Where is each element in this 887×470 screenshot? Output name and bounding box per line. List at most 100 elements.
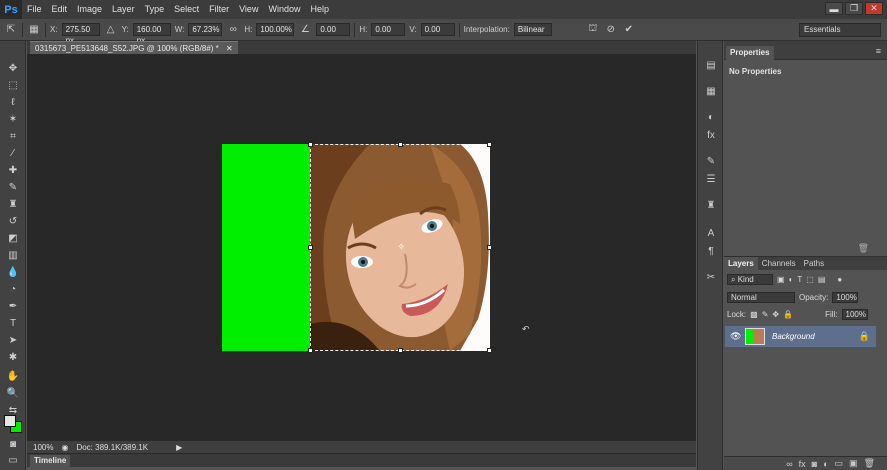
document-tab[interactable]: 0315673_PE513648_S52.JPG @ 100% (RGB/8#)… xyxy=(30,41,238,54)
vertical-skew-input[interactable]: 0.00 xyxy=(420,23,455,36)
restore-button[interactable]: ❐ xyxy=(845,2,863,15)
menu-file[interactable]: File xyxy=(22,0,47,19)
move-tool-icon[interactable]: ✥ xyxy=(5,61,21,75)
transform-handle[interactable] xyxy=(487,142,492,147)
eyedropper-tool-icon[interactable]: ⁄ xyxy=(5,146,21,160)
adjustments-panel-icon[interactable]: ☰ xyxy=(704,173,718,186)
opacity-input[interactable]: 100% xyxy=(832,292,859,303)
timeline-tab[interactable]: Timeline xyxy=(30,455,71,467)
filter-kind-select[interactable]: ⌕ Kind xyxy=(727,274,773,285)
delta-icon[interactable]: △ xyxy=(104,23,118,37)
lock-transparent-icon[interactable]: ▩ xyxy=(750,310,758,319)
menu-filter[interactable]: Filter xyxy=(204,0,234,19)
visibility-eye-icon[interactable]: 👁 xyxy=(730,331,741,342)
brush-tool-icon[interactable]: ✎ xyxy=(5,180,21,194)
crop-tool-icon[interactable]: ⌗ xyxy=(5,129,21,143)
trash-icon[interactable]: 🗑 xyxy=(858,243,869,254)
warp-mode-icon[interactable]: ⛫ xyxy=(586,23,600,37)
add-style-icon[interactable]: fx xyxy=(799,459,806,469)
transform-handle[interactable] xyxy=(398,142,403,147)
transform-handle[interactable] xyxy=(308,348,313,353)
gradient-tool-icon[interactable]: ▥ xyxy=(5,248,21,262)
brush-panel-icon[interactable]: ✎ xyxy=(704,155,718,168)
status-info-icon[interactable]: ◉ xyxy=(61,443,68,452)
new-layer-icon[interactable]: ▣ xyxy=(849,458,858,469)
close-window-button[interactable]: ✕ xyxy=(865,2,883,15)
commit-transform-icon[interactable]: ✔ xyxy=(622,23,636,37)
filter-type-icon[interactable]: T xyxy=(797,275,802,284)
history-brush-tool-icon[interactable]: ↺ xyxy=(5,214,21,228)
horizontal-skew-input[interactable]: 0.00 xyxy=(371,23,406,36)
link-icon[interactable]: ∞ xyxy=(226,23,240,37)
marquee-tool-icon[interactable]: ⬚ xyxy=(5,78,21,92)
lock-all-icon[interactable]: 🔒 xyxy=(783,310,793,319)
tool-presets-panel-icon[interactable]: ✂ xyxy=(704,271,718,284)
lock-pixels-icon[interactable]: ✎ xyxy=(762,310,769,319)
width-input[interactable]: 67.23% xyxy=(188,23,223,36)
path-selection-tool-icon[interactable]: ➤ xyxy=(5,333,21,347)
pen-tool-icon[interactable]: ✒ xyxy=(5,299,21,313)
history-panel-icon[interactable]: ▤ xyxy=(704,59,718,72)
color-panel-icon[interactable]: ◐ xyxy=(704,111,718,124)
blend-mode-select[interactable]: Normal xyxy=(727,292,795,303)
swatches-panel-icon[interactable]: ▦ xyxy=(704,85,718,98)
menu-window[interactable]: Window xyxy=(263,0,305,19)
close-tab-icon[interactable]: ✕ xyxy=(226,44,233,53)
panel-menu-icon[interactable]: ≡ xyxy=(876,46,881,56)
reference-point-icon[interactable]: ▦ xyxy=(27,23,41,37)
screen-mode-icon[interactable]: ▭ xyxy=(5,453,21,467)
character-panel-icon[interactable]: A xyxy=(704,227,718,240)
transform-bounding-box[interactable]: ✧ xyxy=(308,142,492,353)
menu-view[interactable]: View xyxy=(234,0,263,19)
new-group-icon[interactable]: ▭ xyxy=(835,458,844,469)
clone-stamp-tool-icon[interactable]: ♜ xyxy=(5,197,21,211)
y-input[interactable]: 160.00 px xyxy=(132,23,171,45)
lock-position-icon[interactable]: ✥ xyxy=(772,310,779,319)
interpolation-select[interactable]: Bilinear xyxy=(513,23,552,36)
filter-adjustment-icon[interactable]: ◐ xyxy=(789,275,794,284)
height-input[interactable]: 100.00% xyxy=(256,23,295,36)
type-tool-icon[interactable]: T xyxy=(5,316,21,330)
tab-layers[interactable]: Layers xyxy=(724,257,758,270)
layer-name[interactable]: Background xyxy=(772,332,815,341)
new-adjustment-icon[interactable]: ◐ xyxy=(823,459,828,469)
blur-tool-icon[interactable]: 💧 xyxy=(5,265,21,279)
transform-handle[interactable] xyxy=(398,348,403,353)
zoom-tool-icon[interactable]: 🔍 xyxy=(5,386,21,400)
properties-tab[interactable]: Properties xyxy=(726,46,774,60)
eraser-tool-icon[interactable]: ◩ xyxy=(5,231,21,245)
filter-smart-object-icon[interactable]: ▤ xyxy=(818,275,826,284)
transform-tool-icon[interactable]: ⇱ xyxy=(4,23,18,37)
transform-handle[interactable] xyxy=(487,348,492,353)
workspace-select[interactable]: Essentials xyxy=(799,23,881,37)
add-mask-icon[interactable]: ◙ xyxy=(812,459,817,469)
delete-layer-icon[interactable]: 🗑 xyxy=(864,458,875,469)
menu-edit[interactable]: Edit xyxy=(47,0,73,19)
rotate-input[interactable]: 0.00 xyxy=(316,23,351,36)
status-menu-arrow-icon[interactable]: ▶ xyxy=(176,443,182,452)
foreground-color-swatch[interactable] xyxy=(4,415,16,427)
paragraph-panel-icon[interactable]: ¶ xyxy=(704,245,718,258)
cancel-transform-icon[interactable]: ⊘ xyxy=(604,23,618,37)
healing-brush-tool-icon[interactable]: ✚ xyxy=(5,163,21,177)
transform-handle[interactable] xyxy=(308,245,313,250)
menu-layer[interactable]: Layer xyxy=(107,0,140,19)
filter-shape-icon[interactable]: ⬚ xyxy=(806,275,814,284)
transform-handle[interactable] xyxy=(308,142,313,147)
x-input[interactable]: 275.50 px xyxy=(61,23,100,45)
transform-handle[interactable] xyxy=(487,245,492,250)
menu-image[interactable]: Image xyxy=(72,0,107,19)
lasso-tool-icon[interactable]: ℓ xyxy=(5,95,21,109)
transform-center-icon[interactable]: ✧ xyxy=(397,242,405,253)
minimize-button[interactable]: ▬ xyxy=(825,2,843,15)
zoom-level[interactable]: 100% xyxy=(33,443,53,452)
layer-background[interactable]: 👁 Background 🔒 xyxy=(725,326,876,347)
styles-panel-icon[interactable]: fx xyxy=(704,129,718,142)
clone-source-panel-icon[interactable]: ♜ xyxy=(704,199,718,212)
shape-tool-icon[interactable]: ✱ xyxy=(5,350,21,364)
link-layers-icon[interactable]: ∞ xyxy=(786,459,792,469)
menu-select[interactable]: Select xyxy=(169,0,204,19)
menu-type[interactable]: Type xyxy=(140,0,170,19)
filter-pixel-icon[interactable]: ▣ xyxy=(777,275,785,284)
dodge-tool-icon[interactable]: ◔ xyxy=(5,282,21,296)
